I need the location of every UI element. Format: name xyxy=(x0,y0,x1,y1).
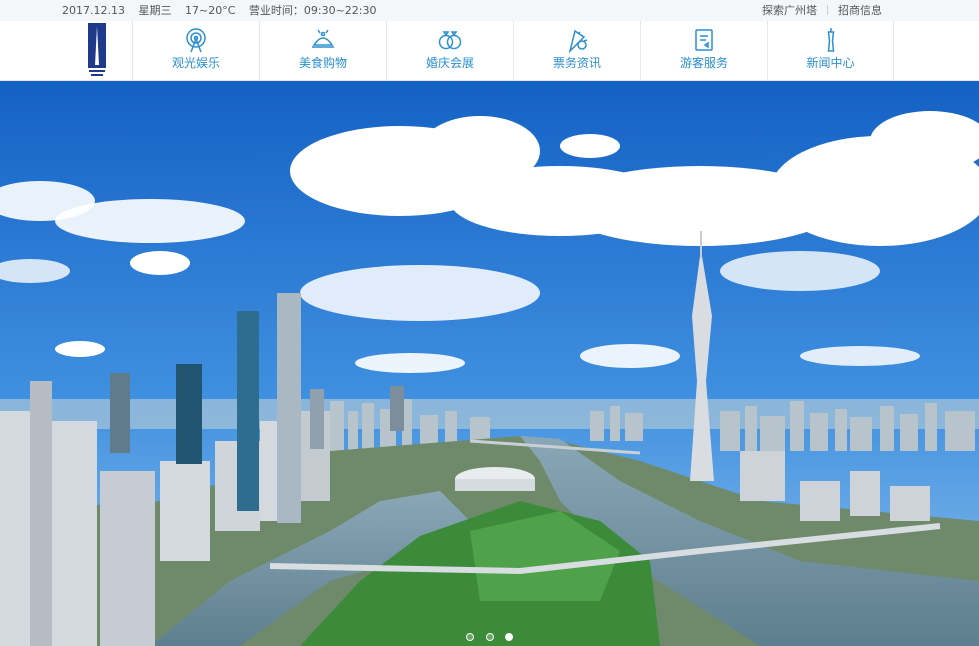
status-info: 2017.12.13 星期三 17~20°C 营业时间：09:30~22:30 xyxy=(62,0,387,21)
nav-label: 票务资讯 xyxy=(552,56,601,70)
opening-hours-text: 营业时间：09:30~22:30 xyxy=(248,4,377,17)
service-doc-icon xyxy=(695,29,713,51)
nav-label: 游客服务 xyxy=(679,56,728,70)
ticket-icon xyxy=(568,29,588,53)
link-divider xyxy=(827,5,828,15)
nav-item-news[interactable]: 新闻中心 xyxy=(767,21,894,81)
tower-icon xyxy=(827,28,834,52)
weekday-text: 星期三 xyxy=(138,4,172,17)
rings-icon xyxy=(438,31,462,50)
hero-banner xyxy=(0,81,979,646)
temperature-text: 17~20°C xyxy=(184,4,236,17)
date-text: 2017.12.13 xyxy=(62,4,125,17)
guangzhou-skyline-image xyxy=(0,81,979,646)
nav-label: 观光娱乐 xyxy=(171,56,220,70)
nav-item-sightseeing[interactable]: 观光娱乐 xyxy=(132,21,259,81)
slide-dot-2[interactable] xyxy=(485,633,494,641)
food-tray-icon xyxy=(312,29,334,48)
slide-dot-1[interactable] xyxy=(466,633,475,641)
nav-item-wedding-expo[interactable]: 婚庆会展 xyxy=(386,21,513,81)
investment-info-link[interactable]: 招商信息 xyxy=(838,4,882,17)
top-links: 探索广州塔 招商信息 xyxy=(762,0,882,21)
slider-pagination xyxy=(0,626,979,645)
top-info-bar: 2017.12.13 星期三 17~20°C 营业时间：09:30~22:30 … xyxy=(0,0,979,21)
explore-tower-link[interactable]: 探索广州塔 xyxy=(762,4,817,17)
canton-tower-logo[interactable] xyxy=(88,23,106,79)
nav-label: 新闻中心 xyxy=(806,56,855,70)
main-nav: 观光娱乐 美食购物 婚庆会展 票务资讯 游客服务 新闻中心 xyxy=(0,21,979,81)
nav-item-visitor-service[interactable]: 游客服务 xyxy=(640,21,767,81)
nav-label: 婚庆会展 xyxy=(425,56,474,70)
slide-dot-3-active[interactable] xyxy=(504,633,513,641)
nav-label: 美食购物 xyxy=(298,56,347,70)
nav-item-tickets[interactable]: 票务资讯 xyxy=(513,21,640,81)
ferris-wheel-icon xyxy=(186,28,206,53)
nav-item-food-shopping[interactable]: 美食购物 xyxy=(259,21,386,81)
